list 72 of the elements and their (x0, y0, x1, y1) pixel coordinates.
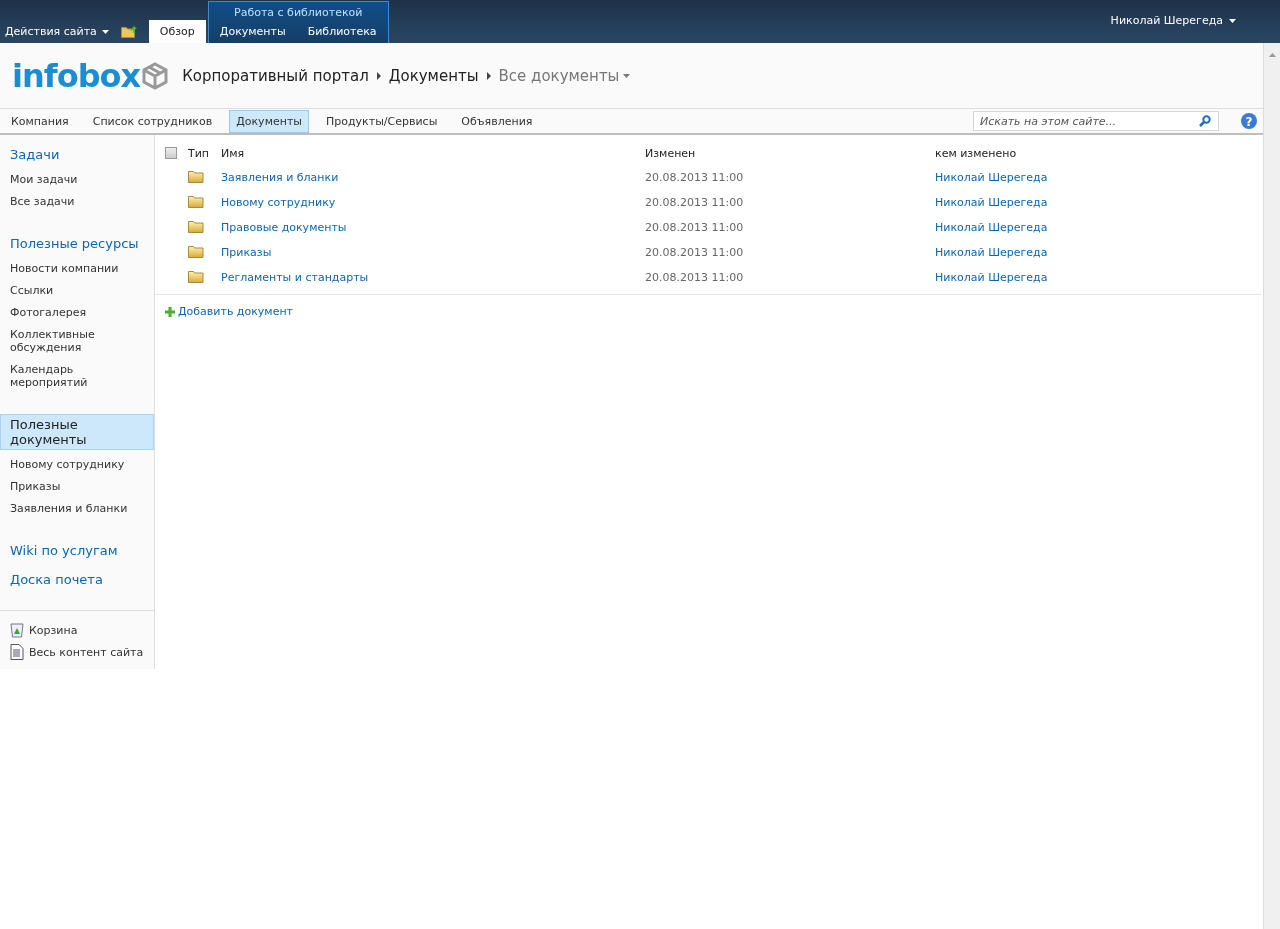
caret-icon (101, 29, 109, 34)
nav-heading-link[interactable]: Полезные ресурсы (0, 233, 154, 254)
site-actions-menu[interactable]: Действия сайта (5, 25, 109, 38)
table-cell: 20.08.2013 11:00 (645, 246, 744, 259)
plus-icon (165, 306, 175, 317)
nav-link[interactable]: Новому сотруднику (0, 454, 154, 476)
folder-icon (188, 269, 204, 283)
user-menu[interactable]: Николай Шерегеда (1110, 14, 1236, 27)
search-field[interactable]: Искать на этом сайте... (973, 111, 1219, 131)
caret-icon (623, 73, 631, 78)
separator-arrow-icon (376, 71, 381, 80)
user-link[interactable]: Николай Шерегеда (935, 196, 1048, 209)
nav-link[interactable]: Мои задачи (0, 169, 154, 191)
table-cell: 20.08.2013 11:00 (645, 221, 744, 234)
table-cell: 20.08.2013 11:00 (645, 196, 744, 209)
context-group-title: Работа с библиотекой (233, 5, 364, 20)
caret-icon (1229, 18, 1236, 23)
document-icon (10, 644, 24, 660)
folder-link[interactable]: Приказы (221, 246, 272, 259)
nav-link[interactable]: Корзина (29, 623, 78, 637)
ribbon-tab[interactable]: Обзор (148, 20, 206, 43)
folder-link[interactable]: Новому сотруднику (221, 196, 336, 209)
nav-tab[interactable]: Объявления (454, 109, 540, 133)
folder-icon (188, 219, 204, 233)
nav-link[interactable]: Приказы (0, 476, 154, 498)
folder-icon (188, 169, 204, 183)
logo-text: infobox (12, 56, 141, 95)
nav-link[interactable]: Фотогалерея (0, 302, 154, 324)
cube-icon (142, 61, 169, 90)
user-link[interactable]: Николай Шерегеда (935, 171, 1048, 184)
nav-tab[interactable]: Компания (4, 109, 76, 133)
nav-heading-link[interactable]: Полезные документы (0, 414, 154, 450)
column-header[interactable]: Изменен (645, 146, 696, 160)
nav-link[interactable]: Календарь мероприятий (0, 359, 154, 394)
recycle-bin-icon (10, 622, 24, 638)
scrollbar[interactable] (1263, 43, 1280, 929)
nav-heading-link[interactable]: Доска почета (0, 569, 154, 590)
nav-link[interactable]: Все задачи (0, 191, 154, 213)
breadcrumb-link[interactable]: Корпоративный портал (182, 66, 369, 85)
scroll-up-icon[interactable] (1268, 53, 1276, 57)
folder-icon (188, 244, 204, 258)
ribbon-tab[interactable]: Документы (208, 20, 297, 43)
column-header[interactable]: Имя (221, 146, 245, 160)
user-link[interactable]: Николай Шерегеда (935, 271, 1048, 284)
folder-link[interactable]: Заявления и бланки (221, 171, 339, 184)
folder-link[interactable]: Правовые документы (221, 221, 347, 234)
view-menu[interactable]: Все документы (498, 66, 631, 85)
column-header[interactable]: Тип (188, 146, 210, 160)
table-cell: 20.08.2013 11:00 (645, 171, 744, 184)
ribbon-tab[interactable]: Библиотека (296, 20, 388, 43)
table-cell: 20.08.2013 11:00 (645, 271, 744, 284)
nav-heading-link[interactable]: Задачи (0, 144, 154, 165)
separator-arrow-icon (486, 71, 491, 80)
nav-link[interactable]: Весь контент сайта (29, 645, 144, 659)
nav-tab[interactable]: Продукты/Сервисы (319, 109, 445, 133)
nav-link[interactable]: Новости компании (0, 258, 154, 280)
nav-link[interactable]: Коллективные обсуждения (0, 324, 154, 359)
column-header[interactable]: кем изменено (935, 146, 1017, 160)
nav-tab[interactable]: Список сотрудников (85, 109, 220, 133)
select-all-checkbox[interactable] (165, 147, 177, 159)
add-document-link[interactable]: Добавить документ (178, 305, 294, 318)
breadcrumb-link[interactable]: Документы (388, 66, 479, 85)
nav-heading-link[interactable]: Wiki по услугам (0, 540, 154, 561)
nav-link[interactable]: Заявления и бланки (0, 498, 154, 520)
folder-up-icon[interactable] (120, 24, 137, 38)
nav-tab[interactable]: Документы (229, 109, 309, 133)
help-icon[interactable]: ? (1241, 113, 1257, 129)
folder-icon (188, 194, 204, 208)
folder-link[interactable]: Регламенты и стандарты (221, 271, 369, 284)
user-link[interactable]: Николай Шерегеда (935, 246, 1048, 259)
user-link[interactable]: Николай Шерегеда (935, 221, 1048, 234)
nav-link[interactable]: Ссылки (0, 280, 154, 302)
